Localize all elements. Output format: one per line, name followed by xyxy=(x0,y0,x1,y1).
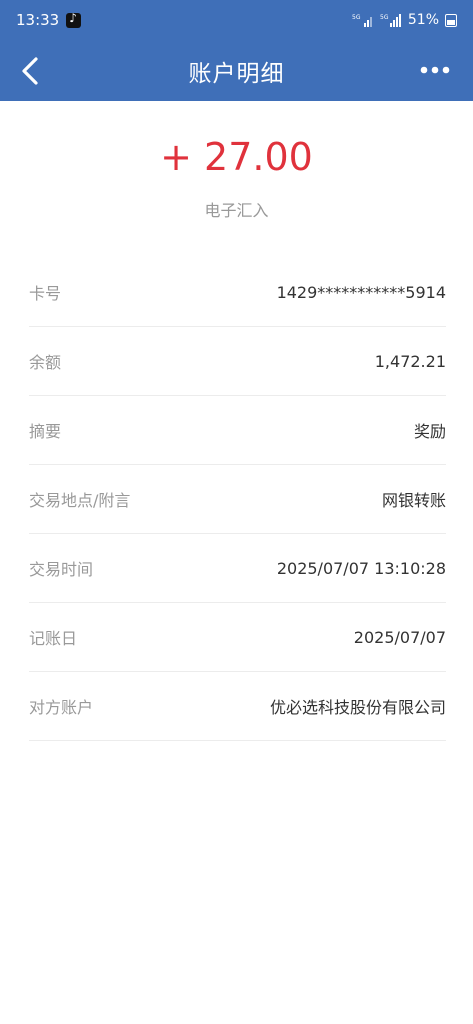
header: 13:33 5G 5G 51% 账户明细 xyxy=(0,0,473,101)
chevron-left-icon xyxy=(22,57,38,85)
detail-value: 2025/07/07 xyxy=(353,627,446,647)
detail-value: 1429***********5914 xyxy=(276,282,446,302)
transaction-summary: + 27.00 电子汇入 xyxy=(0,101,473,241)
detail-label: 交易时间 xyxy=(29,560,94,579)
detail-row-location-note: 交易地点/附言 网银转账 xyxy=(29,465,446,534)
network-label-1: 5G xyxy=(352,14,361,21)
more-button[interactable] xyxy=(419,60,451,80)
nav-bar: 账户明细 xyxy=(0,40,473,101)
detail-value: 优必选科技股份有限公司 xyxy=(269,698,446,717)
detail-value: 1,472.21 xyxy=(374,351,446,371)
detail-row-transaction-time: 交易时间 2025/07/07 13:10:28 xyxy=(29,534,446,603)
detail-label: 交易地点/附言 xyxy=(29,491,131,510)
page-title: 账户明细 xyxy=(188,60,285,87)
status-indicators: 5G 5G 51% xyxy=(352,12,457,28)
detail-row-summary: 摘要 奖励 xyxy=(29,396,446,465)
network-label-2: 5G xyxy=(380,14,389,21)
detail-row-card-number: 卡号 1429***********5914 xyxy=(29,258,446,327)
signal-5g-icon: 5G xyxy=(352,14,372,27)
status-time: 13:33 xyxy=(16,11,60,29)
detail-row-counterparty: 对方账户 优必选科技股份有限公司 xyxy=(29,672,446,741)
back-button[interactable] xyxy=(18,56,46,86)
transaction-details: 卡号 1429***********5914 余额 1,472.21 摘要 奖励… xyxy=(29,258,446,741)
battery-percent: 51% xyxy=(407,12,439,28)
detail-value: 网银转账 xyxy=(381,491,446,510)
status-bar: 13:33 5G 5G 51% xyxy=(0,0,473,40)
transaction-type: 电子汇入 xyxy=(204,201,269,220)
detail-label: 余额 xyxy=(29,353,62,372)
transaction-amount: + 27.00 xyxy=(160,135,313,179)
tiktok-notification-icon xyxy=(66,11,82,28)
battery-icon xyxy=(445,13,457,27)
more-horizontal-icon xyxy=(420,66,450,74)
detail-label: 对方账户 xyxy=(29,698,94,717)
signal-5g-icon-2: 5G xyxy=(380,14,401,27)
detail-label: 记账日 xyxy=(29,629,78,648)
detail-value: 2025/07/07 13:10:28 xyxy=(276,558,446,578)
detail-label: 摘要 xyxy=(29,422,62,441)
detail-row-balance: 余额 1,472.21 xyxy=(29,327,446,396)
detail-label: 卡号 xyxy=(29,284,62,303)
detail-value: 奖励 xyxy=(413,422,446,441)
detail-row-posting-date: 记账日 2025/07/07 xyxy=(29,603,446,672)
